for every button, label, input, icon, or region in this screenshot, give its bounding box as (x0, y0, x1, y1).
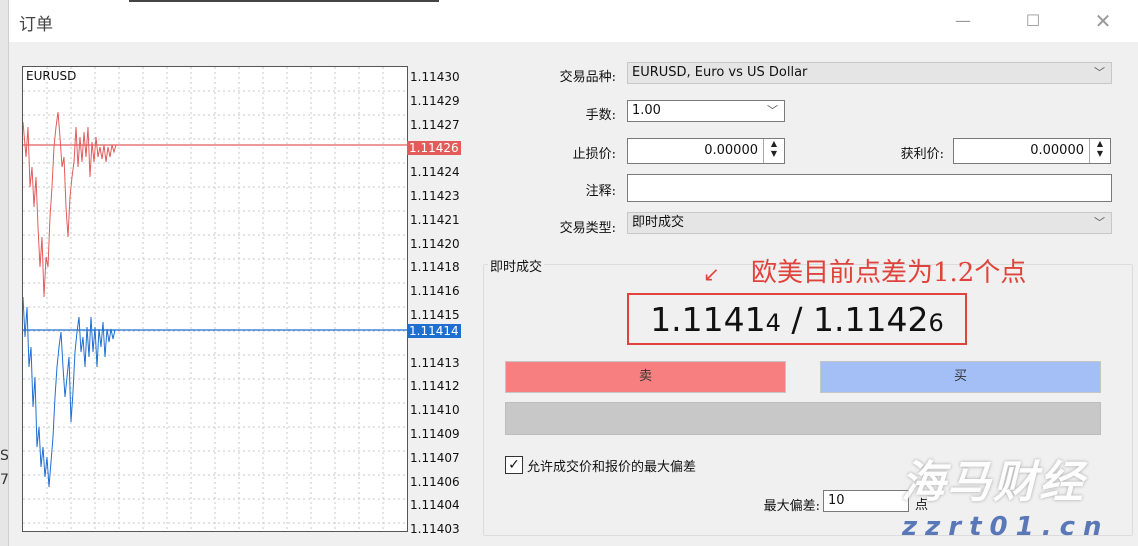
buy-button[interactable]: 买 (820, 361, 1101, 393)
price-tick: 1.11414 (407, 323, 461, 338)
spread-annotation: 欧美目前点差为1.2个点 (751, 258, 1027, 288)
price-tick: 1.11409 (410, 427, 460, 441)
chevron-down-icon: ﹀ (1094, 216, 1105, 229)
watermark-logo: 海马财经 (901, 457, 1085, 508)
take-profit-spinner[interactable]: ▲ ▼ (1089, 139, 1110, 163)
watermark-url: zzrt01.cn (902, 512, 1110, 542)
price-tick: 1.11429 (410, 93, 460, 108)
order-dialog: 订单 — ☐ ✕ EURUSD 1.11430 1.11429 1.11427 1.1… (9, 0, 1138, 546)
take-profit-label: 获利价: (900, 147, 944, 162)
spin-down-icon[interactable]: ▼ (1090, 149, 1110, 159)
price-tick: 1.11412 (410, 379, 460, 394)
symbol-value: EURUSD, Euro vs US Dollar (632, 65, 808, 80)
max-deviation-value: 10 (828, 493, 845, 508)
price-tick: 1.11426 (407, 141, 461, 156)
allow-deviation-checkbox[interactable]: ✓ (505, 456, 523, 474)
price-tick: 1.11404 (410, 498, 460, 513)
chevron-down-icon: ﹀ (1094, 66, 1105, 79)
window-title: 订单 (19, 15, 53, 35)
background-line (129, 0, 439, 2)
background-window-strip: SD 71 (0, 0, 20, 546)
price-tick: 1.11403 (410, 522, 460, 537)
price-tick: 1.11410 (410, 403, 460, 418)
volume-label: 手数: (585, 108, 616, 123)
comment-label: 注释: (585, 184, 616, 199)
comment-input[interactable] (627, 174, 1112, 202)
order-type-value: 即时成交 (632, 215, 685, 230)
price-axis: 1.11430 1.11429 1.11427 1.11426 1.11424 1.114… (407, 66, 467, 538)
close-button[interactable]: ✕ (1083, 7, 1123, 35)
price-tick: 1.11416 (410, 284, 460, 299)
price-tick: 1.11413 (410, 355, 460, 370)
price-tick: 1.11430 (410, 70, 460, 84)
symbol-select[interactable]: EURUSD, Euro vs US Dollar ﹀ (627, 62, 1112, 84)
take-profit-input[interactable]: 0.00000 ▲ ▼ (953, 138, 1111, 164)
stop-loss-input[interactable]: 0.00000 ▲ ▼ (627, 138, 785, 164)
symbol-label: 交易品种: (559, 70, 616, 85)
spin-up-icon[interactable]: ▲ (1090, 139, 1110, 149)
max-deviation-input[interactable]: 10 (823, 490, 909, 512)
price-tick: 1.11418 (410, 260, 460, 275)
price-tick: 1.11421 (410, 212, 460, 227)
price-tick: 1.11407 (410, 450, 460, 465)
group-label: 即时成交 (488, 256, 545, 275)
stop-loss-label: 止损价: (572, 147, 616, 162)
chart-symbol: EURUSD (26, 69, 77, 83)
arrow-icon: ↙ (703, 262, 720, 286)
stop-loss-value: 0.00000 (704, 143, 758, 158)
quote-display: 1.11414 / 1.11426 (627, 293, 967, 345)
bid-price-last-digit: 4 (765, 309, 781, 337)
price-tick: 1.11415 (410, 308, 460, 322)
volume-value: 1.00 (632, 103, 661, 118)
tick-chart-svg (23, 67, 407, 531)
take-profit-value: 0.00000 (1030, 143, 1084, 158)
order-type-select[interactable]: 即时成交 ﹀ (627, 212, 1112, 234)
title-bar: 订单 — ☐ ✕ (9, 0, 1138, 42)
chevron-down-icon: ﹀ (767, 104, 778, 117)
bid-price: 1.1141 (650, 300, 766, 339)
ask-price-last-digit: 6 (928, 309, 944, 337)
checkmark-icon: ✓ (508, 457, 520, 473)
order-type-label: 交易类型: (559, 221, 616, 236)
volume-select[interactable]: 1.00 ﹀ (627, 100, 785, 122)
price-tick: 1.11427 (410, 117, 460, 132)
spin-down-icon[interactable]: ▼ (764, 149, 784, 159)
allow-deviation-label: 允许成交价和报价的最大偏差 (527, 460, 697, 475)
tick-chart: EURUSD (22, 66, 408, 532)
spin-up-icon[interactable]: ▲ (764, 139, 784, 149)
stop-loss-spinner[interactable]: ▲ ▼ (763, 139, 784, 163)
price-tick: 1.11406 (410, 474, 460, 489)
execution-status-bar (505, 402, 1101, 435)
max-deviation-label: 最大偏差: (763, 499, 820, 514)
price-tick: 1.11420 (410, 236, 460, 251)
maximize-button[interactable]: ☐ (1013, 7, 1053, 35)
sell-button[interactable]: 卖 (505, 361, 786, 393)
price-tick: 1.11424 (410, 165, 460, 180)
minimize-button[interactable]: — (943, 7, 983, 35)
ask-price: 1.1142 (813, 300, 929, 339)
ask-series (23, 111, 407, 298)
quote-separator: / (780, 300, 814, 339)
price-tick: 1.11423 (410, 189, 460, 203)
chart-grid (23, 67, 407, 531)
